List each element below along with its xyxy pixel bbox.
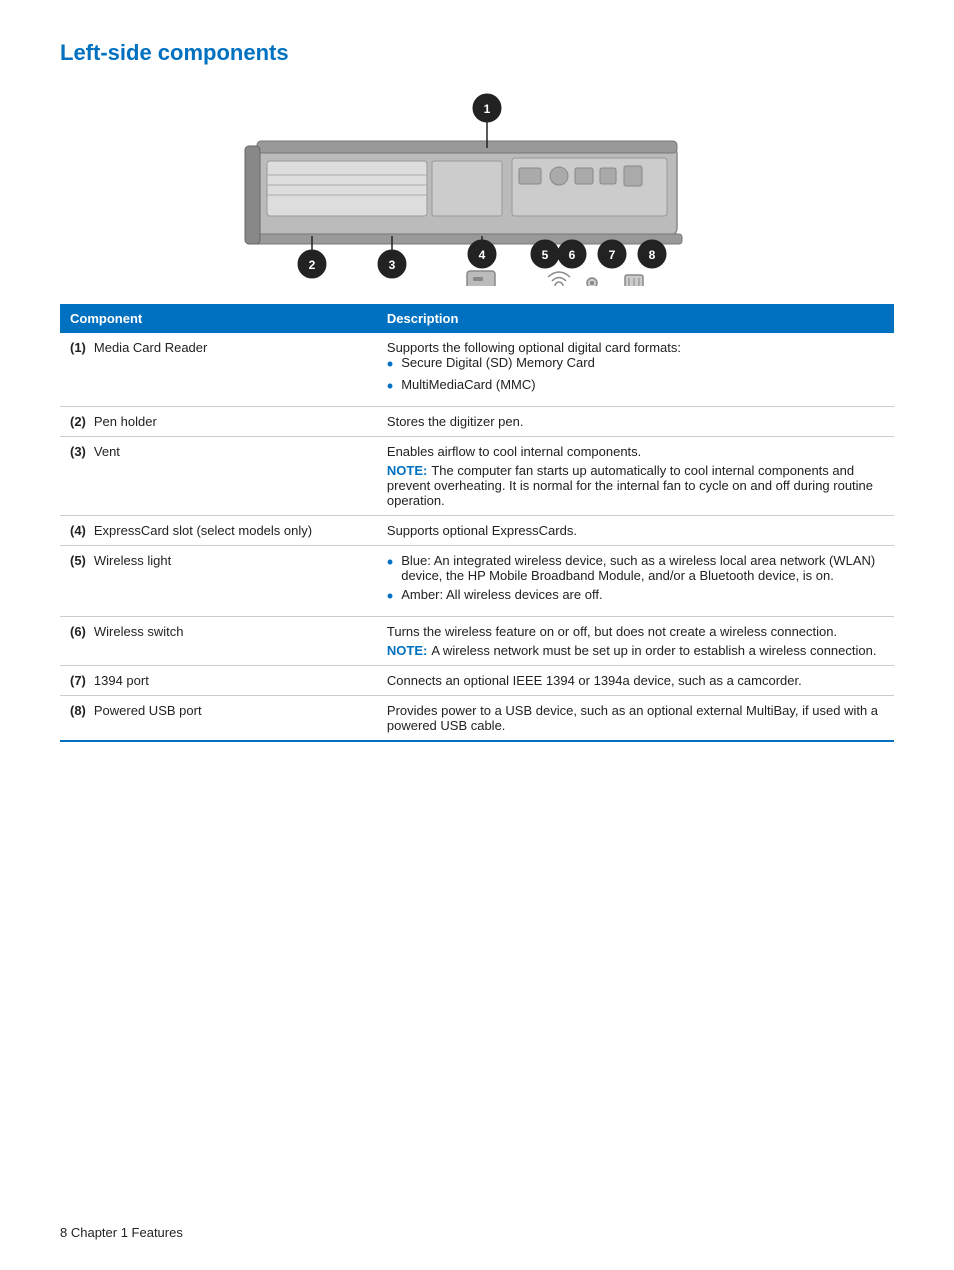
component-num: (4) — [70, 523, 86, 538]
svg-text:6: 6 — [569, 248, 576, 262]
component-cell: (7) 1394 port — [60, 666, 377, 696]
svg-text:3: 3 — [389, 258, 396, 272]
component-name: Pen holder — [94, 414, 157, 429]
table-row: (1) Media Card Reader Supports the followi… — [60, 333, 894, 407]
description-text: Provides power to a USB device, such as … — [387, 703, 878, 733]
laptop-diagram: 1 2 3 4 5 6 7 8 — [60, 86, 894, 286]
note-content: A wireless network must be set up in ord… — [431, 643, 876, 658]
note-content: The computer fan starts up automatically… — [387, 463, 873, 508]
component-cell: (6) Wireless switch — [60, 617, 377, 666]
component-name: Vent — [94, 444, 120, 459]
component-cell: (4) ExpressCard slot (select models only) — [60, 516, 377, 546]
component-name: Media Card Reader — [94, 340, 207, 355]
bullet-icon: • — [387, 377, 393, 395]
bullet-item: • Blue: An integrated wireless device, su… — [387, 553, 884, 583]
description-text: Supports the following optional digital … — [387, 340, 681, 355]
description-text: Enables airflow to cool internal compone… — [387, 444, 641, 459]
component-name: Wireless switch — [94, 624, 184, 639]
component-cell: (5) Wireless light — [60, 546, 377, 617]
component-name: ExpressCard slot (select models only) — [94, 523, 312, 538]
bullet-item: • MultiMediaCard (MMC) — [387, 377, 884, 395]
description-text: Turns the wireless feature on or off, bu… — [387, 624, 837, 639]
bullet-text: Blue: An integrated wireless device, suc… — [401, 553, 884, 583]
description-text: Stores the digitizer pen. — [387, 414, 524, 429]
table-row: (3) Vent Enables airflow to cool internal … — [60, 437, 894, 516]
component-num: (2) — [70, 414, 86, 429]
component-num: (8) — [70, 703, 86, 718]
description-cell: • Blue: An integrated wireless device, su… — [377, 546, 894, 617]
bullet-icon: • — [387, 355, 393, 373]
description-cell: Enables airflow to cool internal compone… — [377, 437, 894, 516]
svg-text:4: 4 — [479, 248, 486, 262]
col-header-description: Description — [377, 304, 894, 333]
note-label: NOTE: — [387, 463, 427, 478]
bullet-icon: • — [387, 587, 393, 605]
bullet-item: • Secure Digital (SD) Memory Card — [387, 355, 884, 373]
component-cell: (3) Vent — [60, 437, 377, 516]
description-text: Supports optional ExpressCards. — [387, 523, 577, 538]
table-row: (5) Wireless light • Blue: An integrated wi… — [60, 546, 894, 617]
page-footer: 8 Chapter 1 Features — [60, 1225, 183, 1240]
description-cell: Supports optional ExpressCards. — [377, 516, 894, 546]
description-cell: Turns the wireless feature on or off, bu… — [377, 617, 894, 666]
bullet-list: • Blue: An integrated wireless device, su… — [387, 553, 884, 605]
page-title: Left-side components — [60, 40, 894, 66]
description-cell: Stores the digitizer pen. — [377, 407, 894, 437]
table-row: (8) Powered USB port Provides power to a U… — [60, 696, 894, 742]
svg-text:2: 2 — [309, 258, 316, 272]
table-row: (2) Pen holder Stores the digitizer pen. — [60, 407, 894, 437]
bullet-text: Amber: All wireless devices are off. — [401, 587, 602, 602]
bullet-icon: • — [387, 553, 393, 571]
svg-text:8: 8 — [649, 248, 656, 262]
component-num: (7) — [70, 673, 86, 688]
component-name: Powered USB port — [94, 703, 202, 718]
component-num: (3) — [70, 444, 86, 459]
table-row: (4) ExpressCard slot (select models only)… — [60, 516, 894, 546]
description-cell: Connects an optional IEEE 1394 or 1394a … — [377, 666, 894, 696]
svg-text:1: 1 — [484, 102, 491, 116]
bullet-list: • Secure Digital (SD) Memory Card • MultiMe… — [387, 355, 884, 395]
svg-text:7: 7 — [609, 248, 616, 262]
bullet-text: MultiMediaCard (MMC) — [401, 377, 535, 392]
note: NOTE:The computer fan starts up automati… — [387, 463, 884, 508]
component-num: (5) — [70, 553, 86, 568]
description-cell: Provides power to a USB device, such as … — [377, 696, 894, 742]
description-text: Connects an optional IEEE 1394 or 1394a … — [387, 673, 802, 688]
component-num: (6) — [70, 624, 86, 639]
component-cell: (2) Pen holder — [60, 407, 377, 437]
col-header-component: Component — [60, 304, 377, 333]
note: NOTE: A wireless network must be set up i… — [387, 643, 884, 658]
note-label: NOTE: — [387, 643, 427, 658]
components-table: Component Description (1) Media Card Read… — [60, 304, 894, 742]
bullet-item: • Amber: All wireless devices are off. — [387, 587, 884, 605]
component-num: (1) — [70, 340, 86, 355]
component-cell: (1) Media Card Reader — [60, 333, 377, 407]
svg-text:5: 5 — [542, 248, 549, 262]
component-name: 1394 port — [94, 673, 149, 688]
table-row: (7) 1394 port Connects an optional IEEE 13… — [60, 666, 894, 696]
bullet-text: Secure Digital (SD) Memory Card — [401, 355, 595, 370]
table-row: (6) Wireless switch Turns the wireless fea… — [60, 617, 894, 666]
component-cell: (8) Powered USB port — [60, 696, 377, 742]
description-cell: Supports the following optional digital … — [377, 333, 894, 407]
component-name: Wireless light — [94, 553, 171, 568]
